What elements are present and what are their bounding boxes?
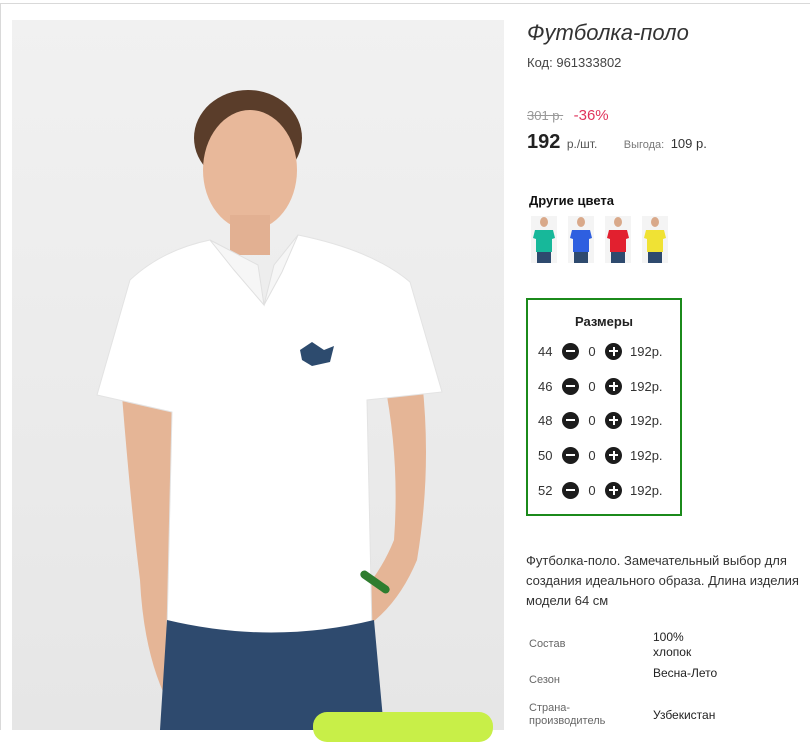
quantity-value: 0: [588, 343, 596, 359]
color-swatch-yellow[interactable]: [642, 216, 668, 263]
minus-icon[interactable]: [562, 377, 579, 395]
quantity-value: 0: [588, 447, 596, 463]
product-code: Код: 961333802: [527, 55, 621, 70]
plus-icon[interactable]: [605, 342, 622, 360]
old-price: 301 р.: [527, 108, 564, 123]
old-price-row: 301 р. -36%: [527, 107, 609, 125]
description-line: модели 64 см: [526, 593, 609, 608]
product-description: Футболка-поло. Замечательный выбор для с…: [526, 551, 810, 611]
size-price: 192р.: [630, 343, 663, 359]
savings-label: Выгода:: [623, 139, 665, 151]
size-row: 52 0 192р.: [538, 480, 663, 500]
season-value: Весна-Лето: [653, 666, 718, 680]
description-line: создания идеального образа. Длина издели…: [526, 573, 799, 588]
size-row: 48 0 192р.: [538, 410, 663, 430]
size-price: 192р.: [630, 447, 663, 463]
other-colors-title: Другие цвета: [529, 193, 614, 208]
top-divider: [0, 3, 810, 4]
size-price: 192р.: [630, 482, 663, 498]
size-label: 52: [538, 482, 553, 498]
plus-icon[interactable]: [605, 446, 622, 464]
price-row: 192 р./шт. Выгода: 109 р.: [527, 131, 707, 154]
plus-icon[interactable]: [605, 377, 622, 395]
size-row: 44 0 192р.: [538, 341, 663, 361]
color-swatch-teal[interactable]: [531, 216, 557, 263]
country-label: Страна-производитель: [529, 702, 606, 727]
current-price: 192: [527, 131, 561, 153]
product-title: Футболка-поло: [527, 20, 689, 45]
size-label: 46: [538, 378, 553, 394]
size-row: 46 0 192р.: [538, 376, 663, 396]
minus-icon[interactable]: [562, 481, 579, 499]
savings-value: 109 р.: [670, 136, 707, 151]
minus-icon[interactable]: [562, 411, 579, 429]
season-label: Сезон: [529, 674, 560, 686]
price-unit: р./шт.: [566, 137, 598, 151]
product-photo[interactable]: [12, 20, 504, 730]
color-swatch-red[interactable]: [605, 216, 631, 263]
quantity-value: 0: [588, 482, 596, 498]
country-value: Узбекистан: [653, 708, 716, 722]
size-price: 192р.: [630, 378, 663, 394]
size-label: 50: [538, 447, 553, 463]
product-code-label: Код:: [527, 55, 553, 70]
description-line: Футболка-поло. Замечательный выбор для: [526, 553, 787, 568]
plus-icon[interactable]: [605, 411, 622, 429]
composition-value: 100% хлопок: [653, 630, 692, 659]
quantity-value: 0: [588, 412, 596, 428]
discount-badge: -36%: [573, 107, 609, 124]
color-swatch-blue[interactable]: [568, 216, 594, 263]
size-label: 48: [538, 412, 553, 428]
quantity-value: 0: [588, 378, 596, 394]
color-swatches: [531, 216, 668, 263]
product-code-value: 961333802: [556, 55, 622, 70]
size-label: 44: [538, 343, 553, 359]
minus-icon[interactable]: [562, 446, 579, 464]
size-price: 192р.: [630, 412, 663, 428]
left-divider: [0, 3, 1, 730]
sizes-panel: Размеры 44 0 192р. 46 0 192р. 48 0 192р.…: [526, 298, 682, 516]
plus-icon[interactable]: [605, 481, 622, 499]
sizes-title: Размеры: [575, 314, 633, 329]
composition-label: Состав: [529, 638, 566, 650]
size-row: 50 0 192р.: [538, 445, 663, 465]
add-to-cart-button[interactable]: [313, 712, 493, 742]
minus-icon[interactable]: [562, 342, 579, 360]
